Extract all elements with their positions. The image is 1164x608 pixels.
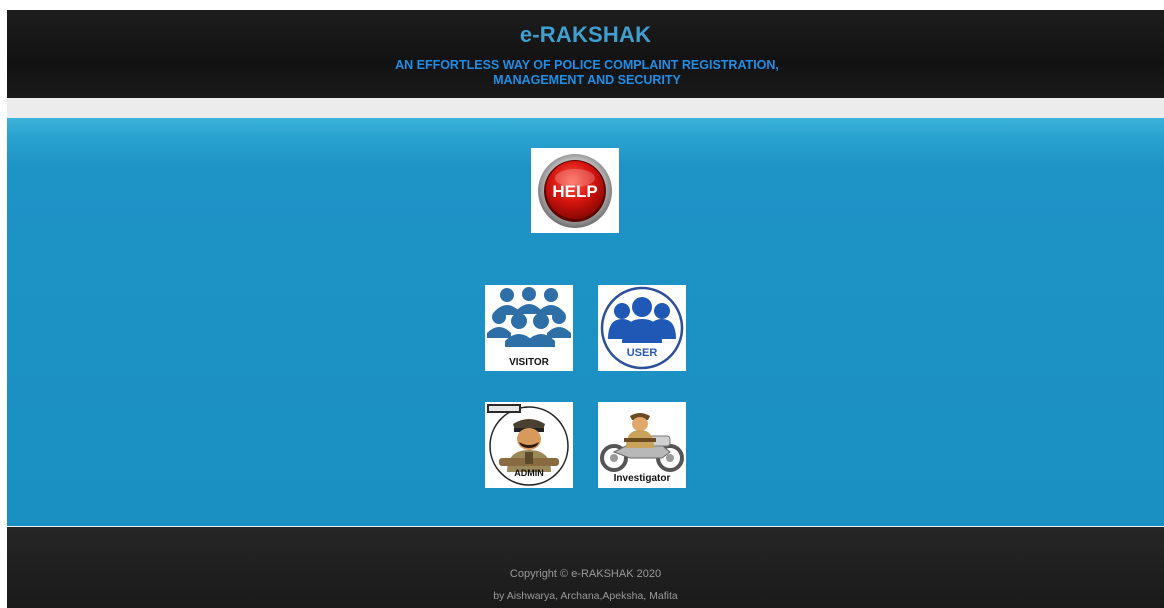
user-button[interactable]: USER [598,285,686,371]
investigator-motorbike-icon: Investigator [600,413,684,484]
help-button[interactable]: HELP [531,148,619,233]
page: e-RAKSHAK AN EFFORTLESS WAY OF POLICE CO… [0,0,1164,608]
help-label: HELP [552,182,597,201]
user-group-icon: USER [600,286,684,370]
investigator-button[interactable]: Investigator [598,402,686,488]
police-officer-icon: ADMIN [487,404,569,486]
visitor-label: VISITOR [509,357,550,368]
site-subtitle-line-1: AN EFFORTLESS WAY OF POLICE COMPLAINT RE… [395,58,779,72]
site-title: e-RAKSHAK [519,22,652,47]
visitor-group-icon: VISITOR [487,287,571,368]
help-button-icon: HELP [538,154,612,228]
user-label: USER [627,347,658,359]
investigator-label: Investigator [614,473,671,484]
site-header: e-RAKSHAK AN EFFORTLESS WAY OF POLICE CO… [7,10,1164,99]
authors-text: by Aishwarya, Archana,Apeksha, Mafita [493,590,678,602]
nav-strip [7,98,1164,118]
site-subtitle-line-2: MANAGEMENT AND SECURITY [493,73,681,87]
site-footer: Copyright © e-RAKSHAK 2020 by Aishwarya,… [7,527,1164,608]
admin-label: ADMIN [514,468,544,478]
site-subtitle: AN EFFORTLESS WAY OF POLICE COMPLAINT RE… [347,58,827,88]
copyright-text: Copyright © e-RAKSHAK 2020 [509,568,662,580]
visitor-button[interactable]: VISITOR [485,285,573,371]
main-panel: HELP VISITOR USER ADMIN Investigator [7,118,1164,527]
admin-button[interactable]: ADMIN [485,402,573,488]
